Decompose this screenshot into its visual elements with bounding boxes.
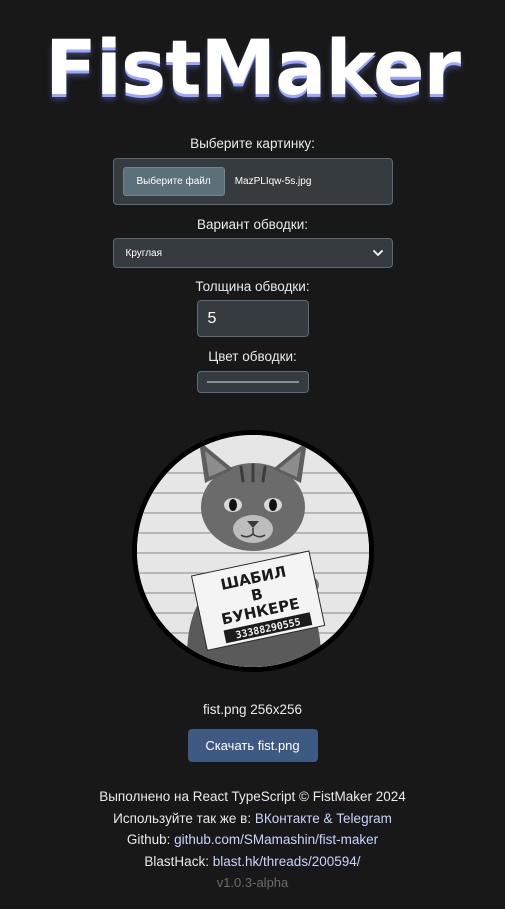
file-input[interactable]: Выберите файл MazPLIqw-5s.jpg	[112, 158, 393, 205]
footer-made-with: Выполнено на React TypeScript © FistMake…	[99, 789, 406, 804]
footer: Выполнено на React TypeScript © FistMake…	[99, 786, 406, 894]
thickness-label: Толщина обводки:	[195, 279, 310, 294]
color-swatch	[206, 381, 299, 383]
color-label: Цвет обводки:	[208, 349, 297, 364]
footer-also-use: Используйте так же в: ВКонтакте & Telegr…	[113, 808, 392, 830]
variant-select-value: Круглая	[125, 247, 163, 259]
footer-also-use-prefix: Используйте так же в:	[113, 810, 255, 826]
footer-blasthack: BlastHack: blast.hk/threads/200594/	[144, 851, 360, 873]
version-label: v1.0.3-alpha	[216, 875, 289, 890]
app-logo: FistMaker	[45, 23, 461, 112]
color-picker[interactable]	[196, 371, 309, 393]
blasthack-link[interactable]: blast.hk/threads/200594/	[213, 854, 361, 869]
choose-file-button[interactable]: Выберите файл	[122, 167, 225, 196]
download-button[interactable]: Скачать fist.png	[187, 729, 318, 762]
variant-select[interactable]: Круглая	[112, 238, 393, 268]
github-link[interactable]: github.com/SMamashin/fist-maker	[174, 832, 378, 847]
footer-blasthack-prefix: BlastHack:	[144, 853, 213, 869]
footer-github: Github: github.com/SMamashin/fist-maker	[127, 829, 378, 851]
output-file-info: fist.png 256x256	[202, 702, 303, 717]
footer-github-prefix: Github:	[126, 832, 175, 847]
variant-label: Вариант обводки:	[196, 217, 308, 232]
selected-file-name: MazPLIqw-5s.jpg	[234, 176, 312, 187]
thickness-input[interactable]: 5	[196, 300, 309, 337]
picture-label: Выберите картинку:	[190, 136, 315, 151]
cat-mugshot-image: ШАБИЛ В БУНКЕРЕ 33388290555	[136, 435, 369, 667]
preview-image: ШАБИЛ В БУНКЕРЕ 33388290555	[131, 430, 374, 672]
chevron-down-icon	[372, 250, 383, 256]
page: FistMaker Выберите картинку: Выберите фа…	[0, 0, 505, 894]
social-links[interactable]: ВКонтакте & Telegram	[255, 811, 392, 826]
